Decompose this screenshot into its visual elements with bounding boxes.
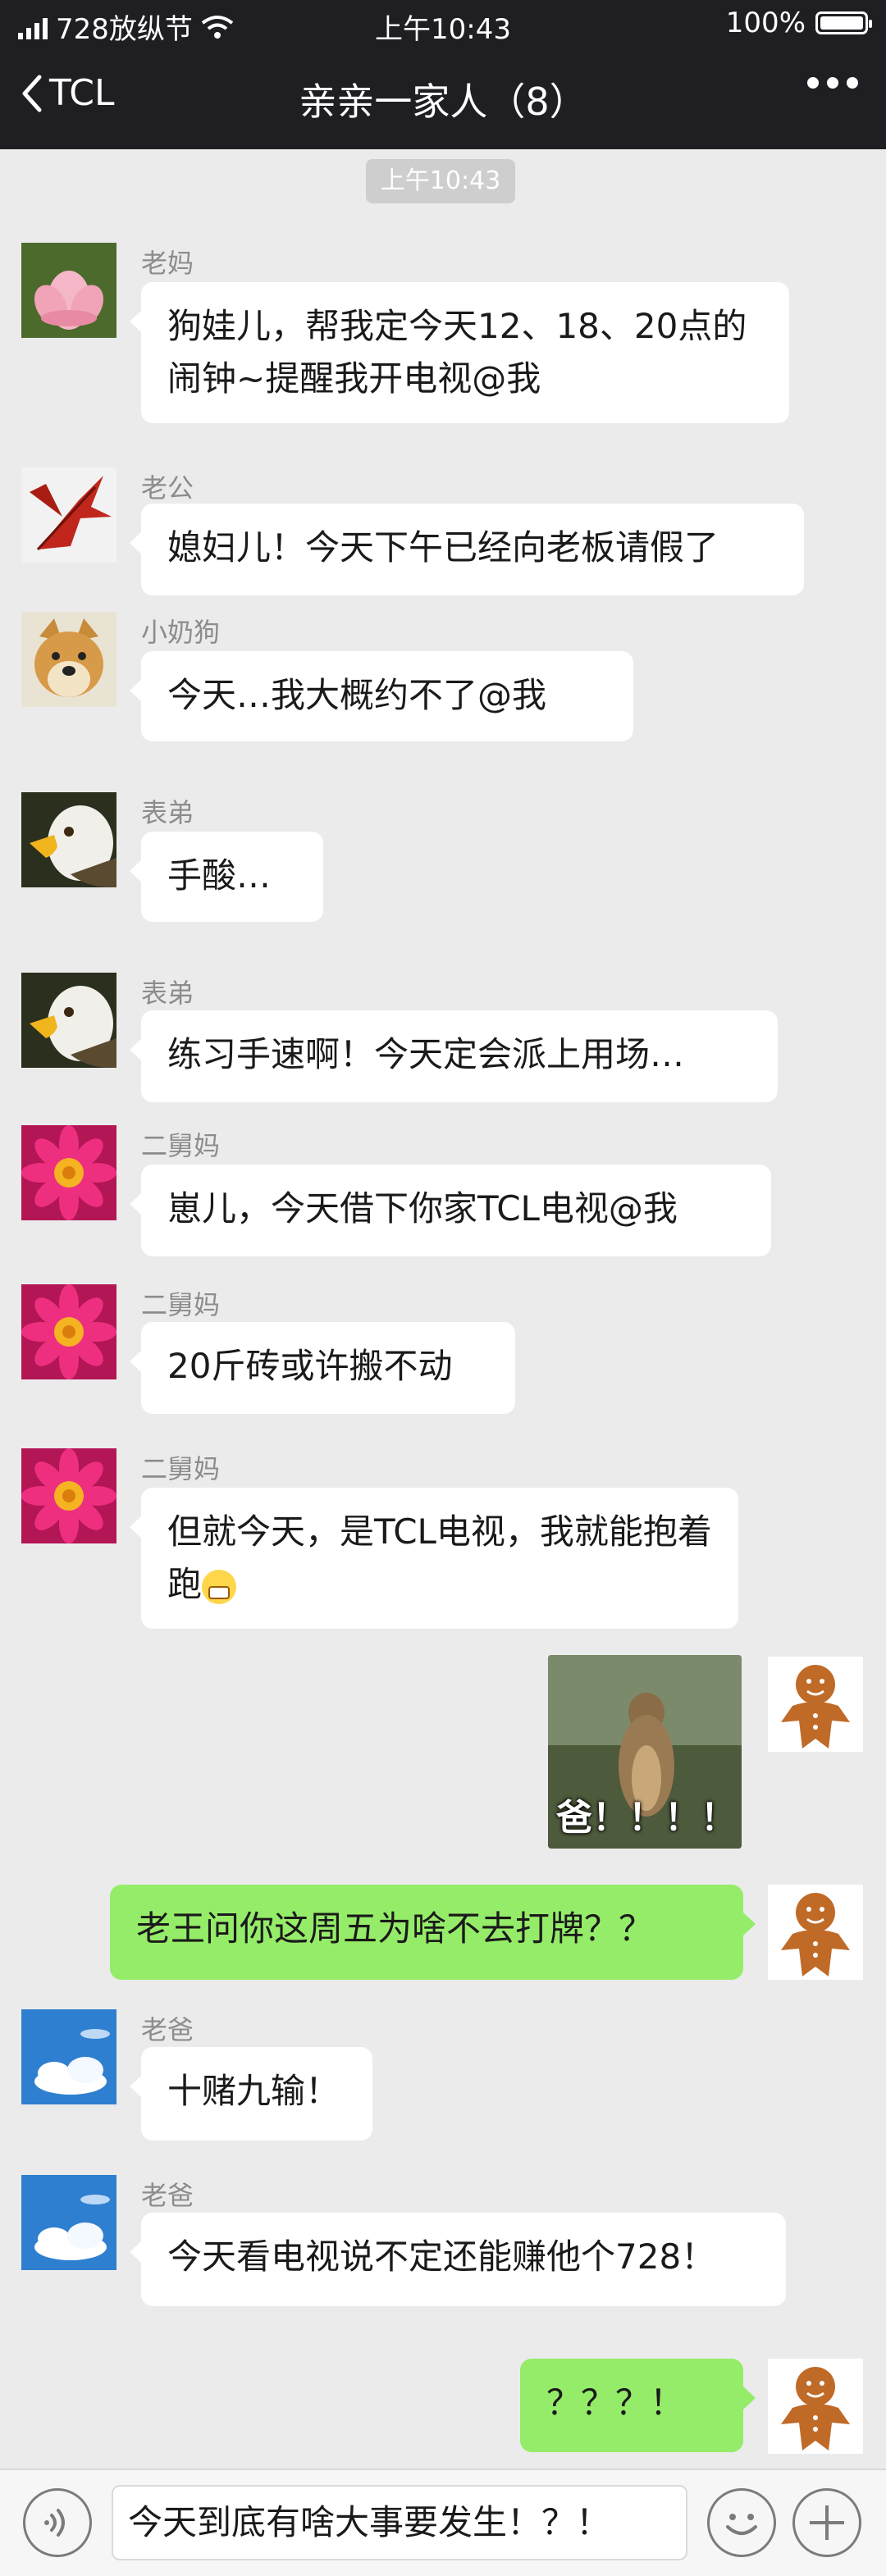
message-bubble[interactable]: 但就今天，是TCL电视，我就能抱着跑 (130, 1488, 738, 1629)
pink-flower-avatar[interactable] (21, 1448, 116, 1543)
message-bubble[interactable]: 老王问你这周五为啥不去打牌？？ (110, 1885, 756, 1980)
more-functions-button[interactable] (792, 2488, 861, 2557)
message-bubble[interactable]: 十赌九输！ (130, 2047, 372, 2141)
sky-avatar[interactable] (21, 2175, 116, 2270)
sticker-image[interactable]: 爸！！！！ (548, 1655, 742, 1849)
red-leaf-avatar[interactable] (21, 467, 116, 563)
message-timestamp: 上午10:43 (366, 159, 515, 203)
sender-name: 老爸 (141, 2180, 194, 2211)
battery-fill (820, 16, 863, 30)
message-input[interactable]: 今天到底有啥大事要发生！？！ (112, 2485, 687, 2560)
battery-label: 100% (725, 7, 806, 39)
sender-name: 二舅妈 (141, 1453, 221, 1484)
chat-title: 亲亲一家人（8） (299, 80, 587, 124)
message-bubble[interactable]: 崽儿，今天借下你家TCL电视@我 (130, 1165, 771, 1256)
gingerbread-avatar[interactable] (768, 1885, 863, 1980)
sender-name: 老妈 (141, 248, 194, 279)
lotus-avatar[interactable] (21, 243, 116, 338)
message-bubble[interactable]: 20斤砖或许搬不动 (130, 1322, 515, 1414)
message-bubble[interactable]: 今天…我大概约不了@我 (130, 651, 633, 741)
sender-name: 老爸 (141, 2014, 194, 2045)
message-text: 但就今天，是TCL电视，我就能抱着跑 (167, 1511, 712, 1604)
sticker-caption: 爸！！！！ (556, 1797, 737, 1839)
sender-name: 二舅妈 (141, 1130, 221, 1161)
voice-button[interactable] (23, 2488, 92, 2557)
input-bar: 今天到底有啥大事要发生！？！ (0, 2469, 886, 2576)
doge-avatar[interactable] (21, 612, 116, 707)
sender-name: 表弟 (141, 978, 194, 1009)
message-bubble[interactable]: 媳妇儿！今天下午已经向老板请假了 (130, 504, 804, 595)
gingerbread-avatar[interactable] (768, 2359, 863, 2454)
message-bubble[interactable]: 手酸… (130, 832, 323, 922)
message-bubble[interactable]: 今天看电视说不定还能赚他个728！ (130, 2213, 786, 2306)
status-right: 100% (725, 7, 872, 39)
pink-flower-avatar[interactable] (21, 1284, 116, 1379)
gingerbread-avatar[interactable] (768, 1657, 863, 1752)
sender-name: 小奶狗 (141, 617, 221, 648)
sky-avatar[interactable] (21, 2009, 116, 2104)
message-bubble[interactable]: 练习手速啊！今天定会派上用场… (130, 1010, 778, 1102)
eagle-avatar[interactable] (21, 973, 116, 1068)
message-bubble[interactable]: 狗娃儿，帮我定今天12、18、20点的闹钟~提醒我开电视@我 (130, 282, 789, 423)
battery-icon (815, 11, 872, 34)
sender-name: 表弟 (141, 797, 194, 828)
eagle-avatar[interactable] (21, 792, 116, 887)
sender-name: 二舅妈 (141, 1289, 221, 1320)
voice-icon (44, 2509, 65, 2537)
pink-flower-avatar[interactable] (21, 1125, 116, 1220)
emoji-button[interactable] (707, 2488, 776, 2557)
status-bar: 728放纵节 上午10:43 100% (0, 0, 886, 48)
smiley-icon (726, 2514, 757, 2535)
message-bubble[interactable]: ？？？！ (520, 2359, 756, 2452)
chat-header: TCL 亲亲一家人（8） (0, 48, 886, 149)
grimace-emoji-icon (202, 1569, 237, 1604)
more-options-icon[interactable] (807, 77, 858, 89)
plus-icon (810, 2505, 844, 2540)
sender-name: 老公 (141, 472, 194, 504)
